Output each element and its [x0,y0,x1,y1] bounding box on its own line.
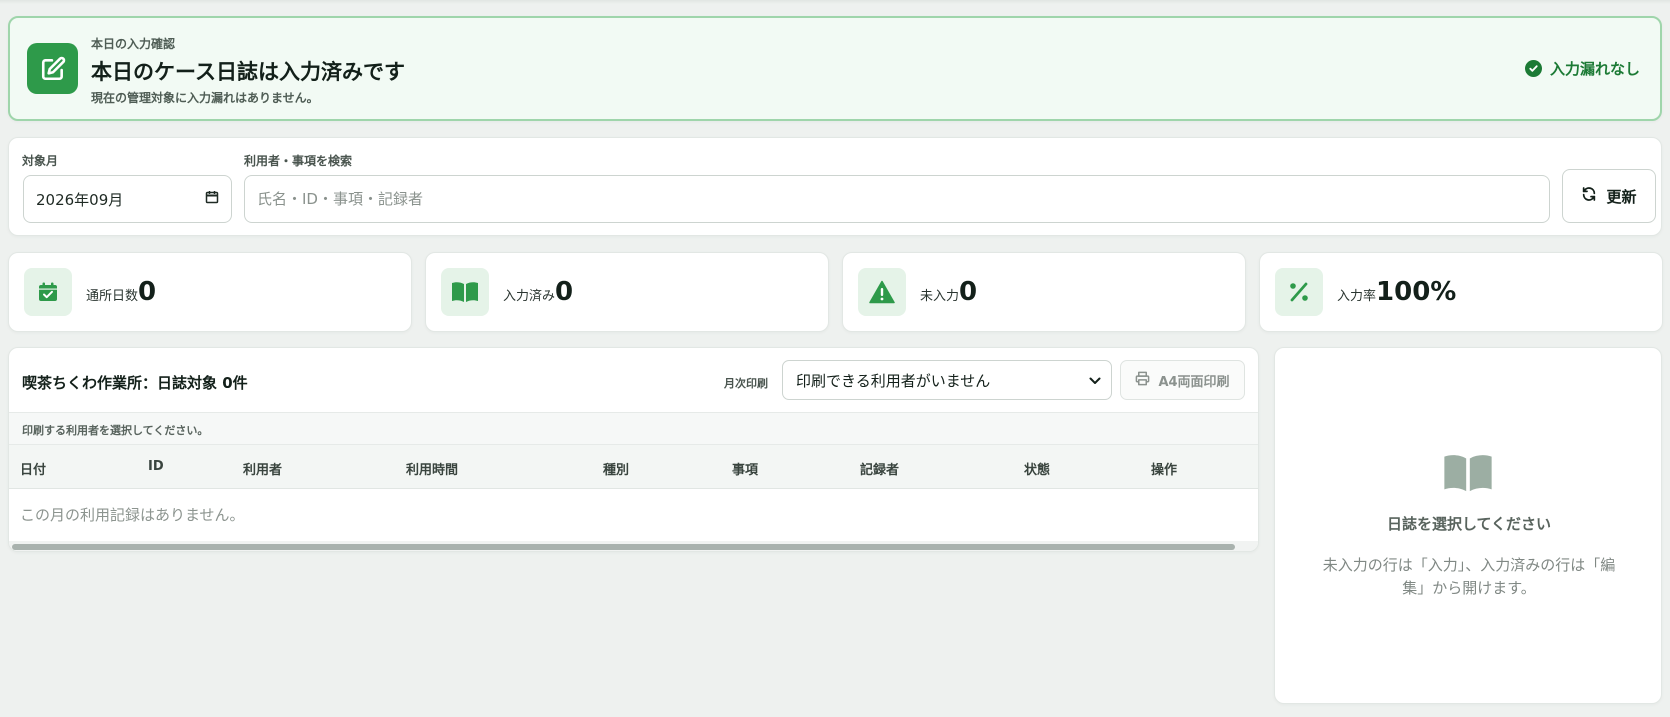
detail-empty-title: 日誌を選択してください [1386,515,1552,533]
status-badge: 入力漏れなし [1524,58,1640,79]
table-empty-message: この月の利用記録はありません。 [20,506,245,524]
stat-card-entered: 入力済み 0 [425,252,829,332]
journal-detail-panel: 日誌を選択してください 未入力の行は「入力」、入力済みの行は「編集」から開けます… [1274,347,1662,704]
print-notice: 印刷する利用者を選択してください。 [9,412,1258,445]
month-field-label: 対象月 [22,154,59,168]
percent-icon [1275,268,1323,316]
print-user-select-value: 印刷できる利用者がいません [796,371,991,390]
refresh-button[interactable]: 更新 [1562,169,1656,223]
print-user-select[interactable]: 印刷できる利用者がいません [782,360,1112,400]
refresh-icon [1581,186,1597,206]
stat-card-entry-rate: 入力率 100% [1259,252,1663,332]
edit-icon [27,43,78,94]
stat-value: 0 [959,277,978,307]
horizontal-scrollbar[interactable] [9,541,1258,551]
search-input[interactable] [244,175,1550,223]
column-header-usage-time[interactable]: 利用時間 [406,459,458,478]
column-header-actions[interactable]: 操作 [1151,459,1177,478]
table-header: 日付 ID 利用者 利用時間 種別 事項 記録者 状態 操作 [9,445,1258,489]
refresh-button-label: 更新 [1606,187,1637,206]
daily-entry-status-banner: 本日の入力確認 本日のケース日誌は入力済みです 現在の管理対象に入力漏れはありま… [8,16,1662,121]
a4-duplex-print-button[interactable]: A4両面印刷 [1120,360,1245,400]
banner-eyebrow: 本日の入力確認 [91,37,176,51]
column-header-item[interactable]: 事項 [732,459,758,478]
book-open-icon [1442,453,1494,497]
column-header-type[interactable]: 種別 [603,459,629,478]
filter-panel: 対象月 2026年09月 利用者・事項を検索 更新 [8,137,1662,236]
stat-label: 通所日数 [86,289,139,304]
stat-label: 入力済み [503,289,556,304]
printer-icon [1135,371,1150,390]
column-header-id[interactable]: ID [148,459,164,474]
calendar-icon[interactable] [205,190,219,208]
column-header-user[interactable]: 利用者 [243,459,282,478]
top-edge [0,0,1670,4]
status-badge-label: 入力漏れなし [1549,60,1640,78]
month-picker-input[interactable]: 2026年09月 [23,175,232,223]
check-circle-icon [1524,60,1542,77]
stat-label: 未入力 [920,289,960,304]
book-open-icon [441,268,489,316]
banner-subtitle: 現在の管理対象に入力漏れはありません。 [91,91,319,105]
detail-empty-description: 未入力の行は「入力」、入力済みの行は「編集」から開けます。 [1322,556,1616,597]
stat-value: 0 [138,277,157,307]
stat-value: 0 [555,277,574,307]
banner-title: 本日のケース日誌は入力済みです [91,60,405,84]
table-title: 喫茶ちくわ作業所：日誌対象 0件 [22,374,248,392]
chevron-down-icon [1089,371,1101,389]
stat-card-not-entered: 未入力 0 [842,252,1246,332]
search-field-label: 利用者・事項を検索 [244,154,353,168]
column-header-recorder[interactable]: 記録者 [860,459,899,478]
calendar-check-icon [24,268,72,316]
scrollbar-thumb[interactable] [12,544,1235,550]
month-value: 2026年09月 [36,190,124,209]
column-header-date[interactable]: 日付 [20,459,46,478]
print-button-label: A4両面印刷 [1158,374,1230,390]
column-header-status[interactable]: 状態 [1024,459,1050,478]
journal-table-panel: 喫茶ちくわ作業所：日誌対象 0件 月次印刷 印刷できる利用者がいません A4両面… [8,347,1259,552]
stat-label: 入力率 [1337,289,1377,304]
warning-icon [858,268,906,316]
monthly-print-label: 月次印刷 [724,377,768,390]
stat-value: 100% [1376,277,1457,307]
stat-card-attendance-days: 通所日数 0 [8,252,412,332]
